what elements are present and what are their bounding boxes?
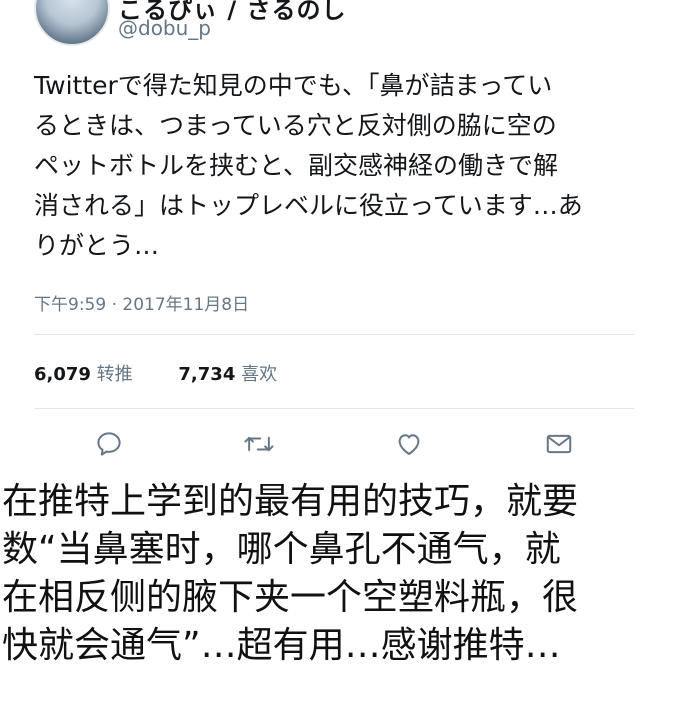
divider — [34, 334, 634, 335]
retweet-count: 6,079 — [34, 364, 91, 385]
reply-button[interactable] — [89, 424, 129, 464]
translation-caption: 在推特上学到的最有用的技巧，就要 数“当鼻塞时，哪个鼻孔不通气，就 在相反侧的腋… — [2, 481, 579, 666]
like-label: 喜欢 — [241, 364, 278, 385]
tweet-stats: 6,079 转推 7,734 喜欢 — [34, 360, 317, 386]
divider — [34, 408, 634, 409]
tweet-actions — [34, 424, 634, 464]
avatar[interactable] — [34, 0, 110, 46]
like-count: 7,734 — [178, 364, 236, 385]
retweet-icon — [244, 436, 274, 452]
tweet-text: Twitterで得た知見の中でも、「鼻が詰まってい るときは、つまっている穴と反… — [34, 71, 583, 260]
retweet-stat[interactable]: 6,079 转推 — [34, 364, 138, 385]
message-icon — [546, 434, 572, 454]
user-handle[interactable]: @dobu_p — [118, 16, 211, 40]
retweet-label: 转推 — [96, 364, 133, 385]
message-button[interactable] — [539, 424, 579, 464]
like-icon — [398, 434, 420, 455]
reply-icon — [97, 432, 121, 456]
like-stat[interactable]: 7,734 喜欢 — [178, 364, 277, 385]
like-button[interactable] — [389, 424, 429, 464]
tweet-timestamp[interactable]: 下午9:59 · 2017年11月8日 — [34, 290, 249, 315]
retweet-button[interactable] — [239, 424, 279, 464]
